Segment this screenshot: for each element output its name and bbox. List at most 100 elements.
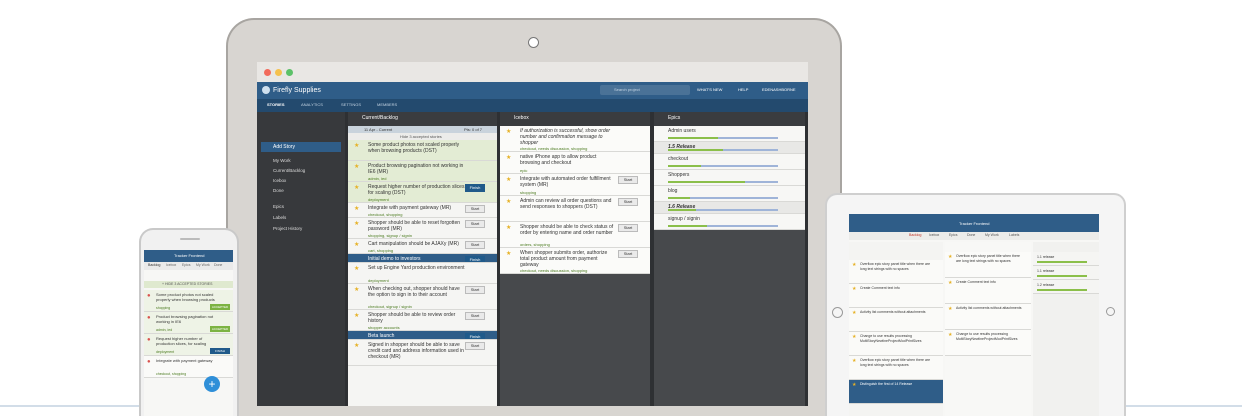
story-labels[interactable]: shopper accounts <box>368 325 400 330</box>
status-badge[interactable]: ACCEPTED <box>210 326 230 332</box>
story-row[interactable]: ★ Request higher number of production sli… <box>348 182 497 203</box>
start-button[interactable]: Start <box>618 224 638 232</box>
finish-button[interactable]: Finish <box>465 184 485 192</box>
story-row[interactable]: ★ Activity list comments without attachme… <box>849 308 943 332</box>
tab-backlog[interactable]: Backlog <box>148 263 160 268</box>
story-row[interactable]: ★ Overflow epic story panel title when th… <box>849 356 943 380</box>
finish-button[interactable]: Finish <box>465 333 485 339</box>
sidebar-item-icebox[interactable]: Icebox <box>273 178 286 184</box>
release-row[interactable]: 1.5 Release <box>654 142 805 154</box>
start-button[interactable]: Start <box>618 250 638 258</box>
story-row[interactable]: ★ Create Comment text info <box>849 284 943 308</box>
story-labels[interactable]: cart, shopping <box>368 248 393 253</box>
story-labels[interactable]: shopping, signup / signin <box>368 233 412 238</box>
story-labels[interactable]: shopping <box>156 306 170 311</box>
start-button[interactable]: Start <box>465 286 485 294</box>
epic-row[interactable]: Shoppers <box>654 170 805 186</box>
story-row[interactable]: ★ When shopper submits order, authorize t… <box>500 248 650 274</box>
story-row[interactable]: ★ Integrate with automated order fulfillm… <box>500 174 650 196</box>
sidebar-item-history[interactable]: Project History <box>273 226 302 232</box>
start-button[interactable]: Start <box>618 176 638 184</box>
search-input[interactable]: Search project <box>600 85 690 95</box>
start-button[interactable]: Start <box>618 198 638 206</box>
epic-row[interactable]: 1.1 release <box>1033 252 1099 266</box>
tab-stories[interactable]: STORIES <box>267 103 285 107</box>
story-row[interactable]: ★ Change to use results processing MultiS… <box>849 332 943 356</box>
add-story-fab-icon[interactable]: + <box>204 376 220 392</box>
story-labels[interactable]: checkout, needs discussion, shopping <box>520 146 587 151</box>
user-menu[interactable]: EDENASHBORNE <box>762 88 796 92</box>
sidebar-item-epics[interactable]: Epics <box>273 204 284 210</box>
start-button[interactable]: Start <box>465 312 485 320</box>
story-row[interactable]: ● Some product photos not scaled properly… <box>144 290 233 312</box>
story-row[interactable]: ★ When checking out, shopper should have … <box>348 284 497 310</box>
tablet-home-button[interactable] <box>1106 307 1115 316</box>
status-badge[interactable]: ACCEPTED <box>210 304 230 310</box>
story-labels[interactable]: epic <box>520 168 527 173</box>
start-button[interactable]: Start <box>465 241 485 249</box>
tab-labels[interactable]: Labels <box>1009 233 1019 238</box>
tab-members[interactable]: MEMBERS <box>377 103 397 107</box>
story-row[interactable]: ● Request higher number of production sli… <box>144 334 233 356</box>
story-row[interactable]: ★ If authorization is successful, show or… <box>500 126 650 152</box>
story-labels[interactable]: checkout, shopping <box>368 212 402 217</box>
sidebar-item-my-work[interactable]: My Work <box>273 158 291 164</box>
story-row[interactable]: ★ Signed in shopper should be able to sav… <box>348 340 497 366</box>
story-row[interactable]: ● Integrate with payment gateway checkout,… <box>144 356 233 378</box>
story-labels[interactable]: admin, ied <box>156 328 172 333</box>
story-labels[interactable]: orders, shopping <box>520 242 550 247</box>
help-menu[interactable]: HELP <box>738 88 748 92</box>
story-row[interactable]: ★ native iPhone app to allow product brow… <box>500 152 650 174</box>
release-row[interactable]: 1.6 Release <box>654 202 805 214</box>
tab-icebox[interactable]: Icebox <box>166 263 176 268</box>
story-row[interactable]: ★ Some product photos not scaled properly… <box>348 140 497 161</box>
release-marker[interactable]: Beta launch Finish <box>348 331 497 340</box>
tab-done[interactable]: Done <box>967 233 975 238</box>
epic-row[interactable]: Admin users <box>654 126 805 142</box>
whats-new-menu[interactable]: WHAT'S NEW <box>697 88 722 92</box>
story-row[interactable]: ★ Product browsing pagination not working… <box>348 161 497 182</box>
story-row[interactable]: ★ Shopper should be able to reset forgott… <box>348 218 497 239</box>
tab-done[interactable]: Done <box>214 263 222 268</box>
story-row[interactable]: ★ Overflow epic story panel title when th… <box>849 260 943 284</box>
epic-row[interactable]: checkout <box>654 154 805 170</box>
start-button[interactable]: Start <box>465 220 485 228</box>
story-row[interactable]: ★ Cart manipulation should be AJAXy (MR) c… <box>348 239 497 254</box>
story-labels[interactable]: checkout, signup / signin <box>368 304 412 309</box>
story-row[interactable]: ★ Integrate with payment gateway (MR) chec… <box>348 203 497 218</box>
epic-row[interactable]: 1.1 release <box>1033 266 1099 280</box>
story-row[interactable]: ★ Shopper should be able to check status … <box>500 222 650 248</box>
project-title[interactable]: Firefly Supplies <box>273 87 321 94</box>
story-row[interactable]: ★ Shopper should be able to review order … <box>348 310 497 331</box>
epic-row[interactable]: blog <box>654 186 805 202</box>
release-marker[interactable]: Initial demo to investors Finish <box>348 254 497 263</box>
story-row[interactable]: ★ Create Comment text info <box>945 278 1031 304</box>
close-dot-icon[interactable] <box>264 69 271 76</box>
maximize-dot-icon[interactable] <box>286 69 293 76</box>
story-labels[interactable]: admin, ied <box>368 176 386 181</box>
story-labels[interactable]: deployment <box>368 197 389 202</box>
add-story-button[interactable]: Add Story <box>261 142 341 152</box>
status-badge[interactable]: FINISH <box>210 348 230 354</box>
start-button[interactable]: Start <box>465 342 485 350</box>
tab-epics[interactable]: Epics <box>182 263 191 268</box>
story-labels[interactable]: deployment <box>156 350 174 355</box>
minimize-dot-icon[interactable] <box>275 69 282 76</box>
story-row[interactable]: ● Product browsing pagination not working… <box>144 312 233 334</box>
sidebar-item-current[interactable]: Current/Backlog <box>273 168 305 174</box>
tab-backlog[interactable]: Backlog <box>909 233 921 238</box>
finish-button[interactable]: Finish <box>465 256 485 262</box>
story-row[interactable]: ★ Set up Engine Yard production environme… <box>348 263 497 284</box>
phone-hide-accepted[interactable]: + HIDE 3 ACCEPTED STORIES <box>144 281 233 288</box>
story-row[interactable]: ★ Admin can review all order questions an… <box>500 196 650 222</box>
hide-accepted-toggle[interactable]: Hide 3 accepted stories <box>348 133 497 140</box>
tab-epics[interactable]: Epics <box>949 233 958 238</box>
story-row[interactable]: ★ Activity list comments without attachme… <box>945 304 1031 330</box>
story-row[interactable]: ★ Overflow epic story panel title when th… <box>945 252 1031 278</box>
story-labels[interactable]: checkout, shopping <box>156 372 186 377</box>
story-labels[interactable]: shopping <box>520 190 536 195</box>
tab-icebox[interactable]: Icebox <box>929 233 939 238</box>
tab-analytics[interactable]: ANALYTICS <box>301 103 323 107</box>
tab-settings[interactable]: SETTINGS <box>341 103 361 107</box>
sidebar-item-done[interactable]: Done <box>273 188 284 194</box>
